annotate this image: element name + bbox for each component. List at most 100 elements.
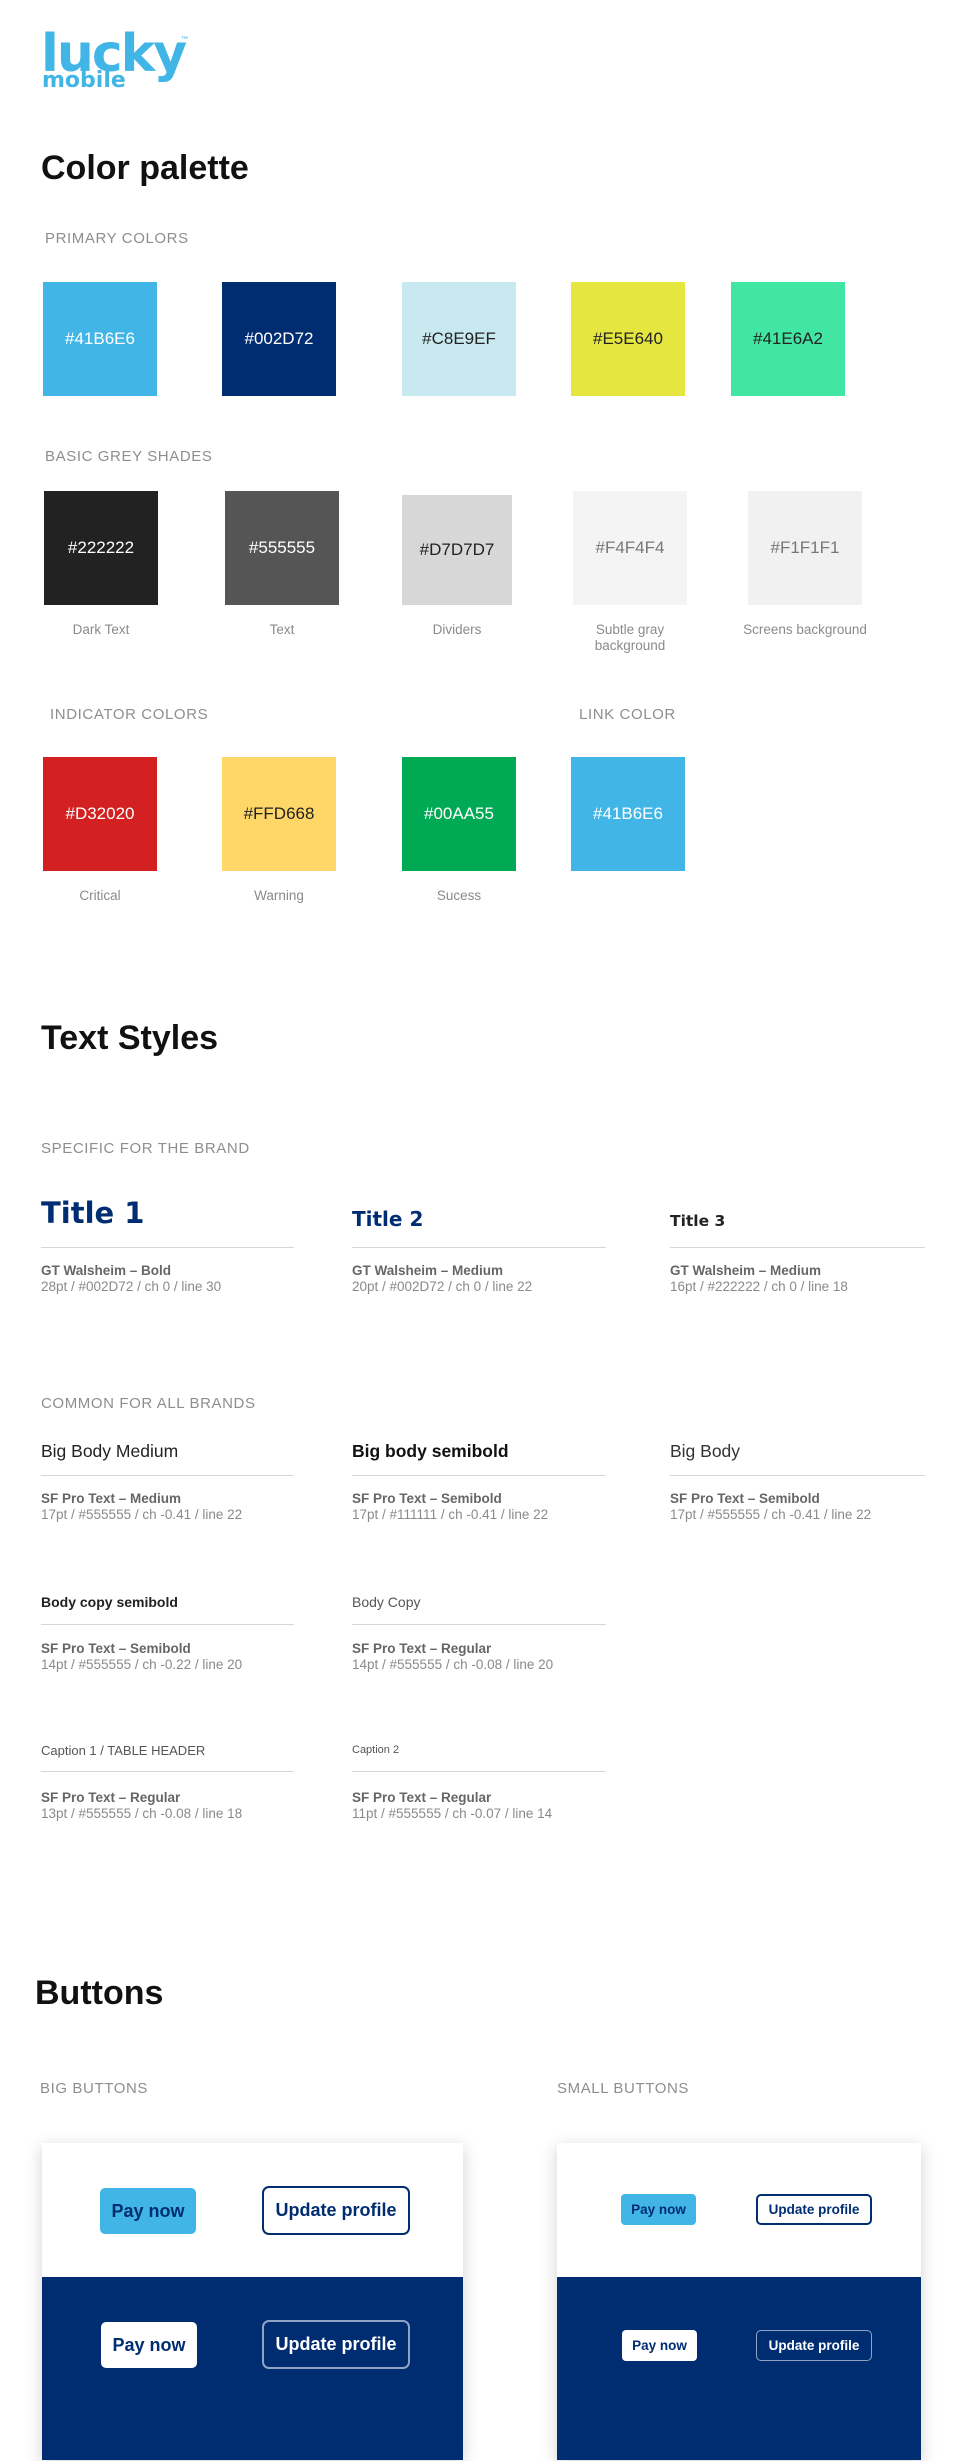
swatch-caption: Dividers xyxy=(432,622,482,637)
text-style-title-3: Title 3 xyxy=(670,1212,726,1230)
pay-now-button-big-inverse[interactable]: Pay now xyxy=(101,2322,197,2368)
swatch-primary-5: #41E6A2 xyxy=(731,282,845,396)
divider xyxy=(41,1624,294,1625)
swatch-hex: #FFD668 xyxy=(243,804,315,823)
divider xyxy=(41,1247,294,1248)
swatch-hex: #555555 xyxy=(248,538,316,557)
text-style-spec: 14pt / #555555 / ch -0.08 / line 20 xyxy=(352,1657,554,1672)
swatch-grey-4: #F4F4F4 xyxy=(573,491,687,605)
text-style-title-2: Title 2 xyxy=(352,1207,424,1231)
text-style-caption-2: Caption 2 xyxy=(352,1744,400,1756)
swatch-caption: Text xyxy=(269,622,295,637)
text-style-font: SF Pro Text – Regular xyxy=(352,1790,492,1805)
grey-shades-label: BASIC GREY SHADES xyxy=(45,448,213,465)
swatch-caption: Critical xyxy=(79,888,121,903)
text-style-font: GT Walsheim – Medium xyxy=(352,1263,504,1278)
text-style-spec: 14pt / #555555 / ch -0.22 / line 20 xyxy=(41,1657,243,1672)
update-profile-button-small-inverse[interactable]: Update profile xyxy=(756,2330,872,2361)
swatch-grey-5: #F1F1F1 xyxy=(748,491,862,605)
primary-colors-label: PRIMARY COLORS xyxy=(45,230,189,247)
divider xyxy=(41,1771,294,1772)
text-style-big-body: Big Body xyxy=(670,1441,741,1461)
update-profile-button-big-inverse[interactable]: Update profile xyxy=(262,2320,410,2369)
swatch-hex: #41B6E6 xyxy=(65,329,135,348)
swatch-caption: Sucess xyxy=(436,888,482,903)
text-style-font: SF Pro Text – Regular xyxy=(41,1790,181,1805)
divider xyxy=(352,1624,606,1625)
text-style-body-copy: Body Copy xyxy=(352,1594,421,1610)
divider xyxy=(352,1771,606,1772)
text-style-font: SF Pro Text – Semibold xyxy=(41,1641,191,1656)
text-style-title-1: Title 1 xyxy=(41,1196,145,1230)
text-style-spec: 11pt / #555555 / ch -0.07 / line 14 xyxy=(352,1806,553,1821)
text-style-spec: 28pt / #002D72 / ch 0 / line 30 xyxy=(41,1279,222,1294)
divider xyxy=(670,1475,925,1476)
text-style-spec: 17pt / #111111 / ch -0.41 / line 22 xyxy=(352,1507,549,1522)
light-background-panel: Pay now Update profile xyxy=(42,2143,463,2277)
color-palette-title: Color palette xyxy=(41,149,249,187)
swatch-link-color: #41B6E6 xyxy=(571,757,685,871)
pay-now-button-small[interactable]: Pay now xyxy=(621,2194,696,2225)
big-buttons-label: BIG BUTTONS xyxy=(40,2080,149,2097)
swatch-hex: #002D72 xyxy=(244,329,314,348)
swatch-hex: #C8E9EF xyxy=(422,329,496,348)
swatch-hex: #41E6A2 xyxy=(753,329,823,348)
brand-styles-label: SPECIFIC FOR THE BRAND xyxy=(41,1140,250,1157)
swatch-caption: Dark Text xyxy=(72,622,130,637)
swatch-hex: #F1F1F1 xyxy=(770,538,840,557)
text-style-font: SF Pro Text – Semibold xyxy=(670,1491,820,1506)
text-style-spec: 17pt / #555555 / ch -0.41 / line 22 xyxy=(670,1507,872,1522)
logo-sub: mobile xyxy=(42,68,126,93)
text-style-spec: 13pt / #555555 / ch -0.08 / line 18 xyxy=(41,1806,243,1821)
small-buttons-label: SMALL BUTTONS xyxy=(557,2080,689,2097)
update-profile-button-big[interactable]: Update profile xyxy=(262,2186,410,2235)
swatch-primary-2: #002D72 xyxy=(222,282,336,396)
text-style-big-body-medium: Big Body Medium xyxy=(41,1441,179,1461)
swatch-primary-3: #C8E9EF xyxy=(402,282,516,396)
text-styles-title: Text Styles xyxy=(41,1019,219,1057)
pay-now-button-big[interactable]: Pay now xyxy=(100,2188,196,2234)
common-styles-label: COMMON FOR ALL BRANDS xyxy=(41,1395,256,1412)
dark-background-panel: Pay now Update profile xyxy=(42,2277,463,2460)
swatch-hex: #F4F4F4 xyxy=(595,538,665,557)
text-style-body-copy-semibold: Body copy semibold xyxy=(41,1594,178,1610)
text-style-font: GT Walsheim – Medium xyxy=(670,1263,822,1278)
small-buttons-card: Pay now Update profile Pay now Update pr… xyxy=(557,2143,921,2460)
swatch-hex: #41B6E6 xyxy=(593,804,663,823)
text-style-font: GT Walsheim – Bold xyxy=(41,1263,172,1278)
link-color-label: LINK COLOR xyxy=(579,706,676,723)
swatch-hex: #00AA55 xyxy=(424,804,494,823)
logo-trademark: ™ xyxy=(181,36,188,43)
divider xyxy=(670,1247,925,1248)
swatch-primary-4: #E5E640 xyxy=(571,282,685,396)
divider xyxy=(352,1247,606,1248)
buttons-title: Buttons xyxy=(35,1974,164,2012)
text-style-font: SF Pro Text – Semibold xyxy=(352,1491,502,1506)
update-profile-button-small[interactable]: Update profile xyxy=(756,2194,872,2225)
text-style-big-body-semibold: Big body semibold xyxy=(352,1441,509,1461)
divider xyxy=(352,1475,606,1476)
pay-now-button-small-inverse[interactable]: Pay now xyxy=(622,2330,697,2361)
lucky-mobile-logo: lucky ™ mobile xyxy=(41,24,191,94)
dark-background-panel: Pay now Update profile xyxy=(557,2277,921,2460)
text-style-spec: 16pt / #222222 / ch 0 / line 18 xyxy=(670,1279,848,1294)
swatch-caption: Subtle gray background xyxy=(594,622,666,653)
text-style-font: SF Pro Text – Regular xyxy=(352,1641,492,1656)
swatch-hex: #D7D7D7 xyxy=(419,540,495,559)
swatch-primary-1: #41B6E6 xyxy=(43,282,157,396)
swatch-indicator-critical: #D32020 xyxy=(43,757,157,871)
swatch-grey-1: #222222 xyxy=(44,491,158,605)
text-style-caption-1: Caption 1 / TABLE HEADER xyxy=(41,1743,206,1758)
indicator-colors-label: INDICATOR COLORS xyxy=(50,706,209,723)
swatch-hex: #D32020 xyxy=(65,804,135,823)
swatch-caption: Screens background xyxy=(743,622,867,637)
swatch-hex: #E5E640 xyxy=(593,329,663,348)
light-background-panel: Pay now Update profile xyxy=(557,2143,921,2277)
swatch-grey-2: #555555 xyxy=(225,491,339,605)
swatch-indicator-warning: #FFD668 xyxy=(222,757,336,871)
text-style-font: SF Pro Text – Medium xyxy=(41,1491,182,1506)
swatch-grey-3: #D7D7D7 xyxy=(402,495,512,605)
swatch-hex: #222222 xyxy=(67,538,135,557)
divider xyxy=(41,1475,294,1476)
swatch-indicator-success: #00AA55 xyxy=(402,757,516,871)
